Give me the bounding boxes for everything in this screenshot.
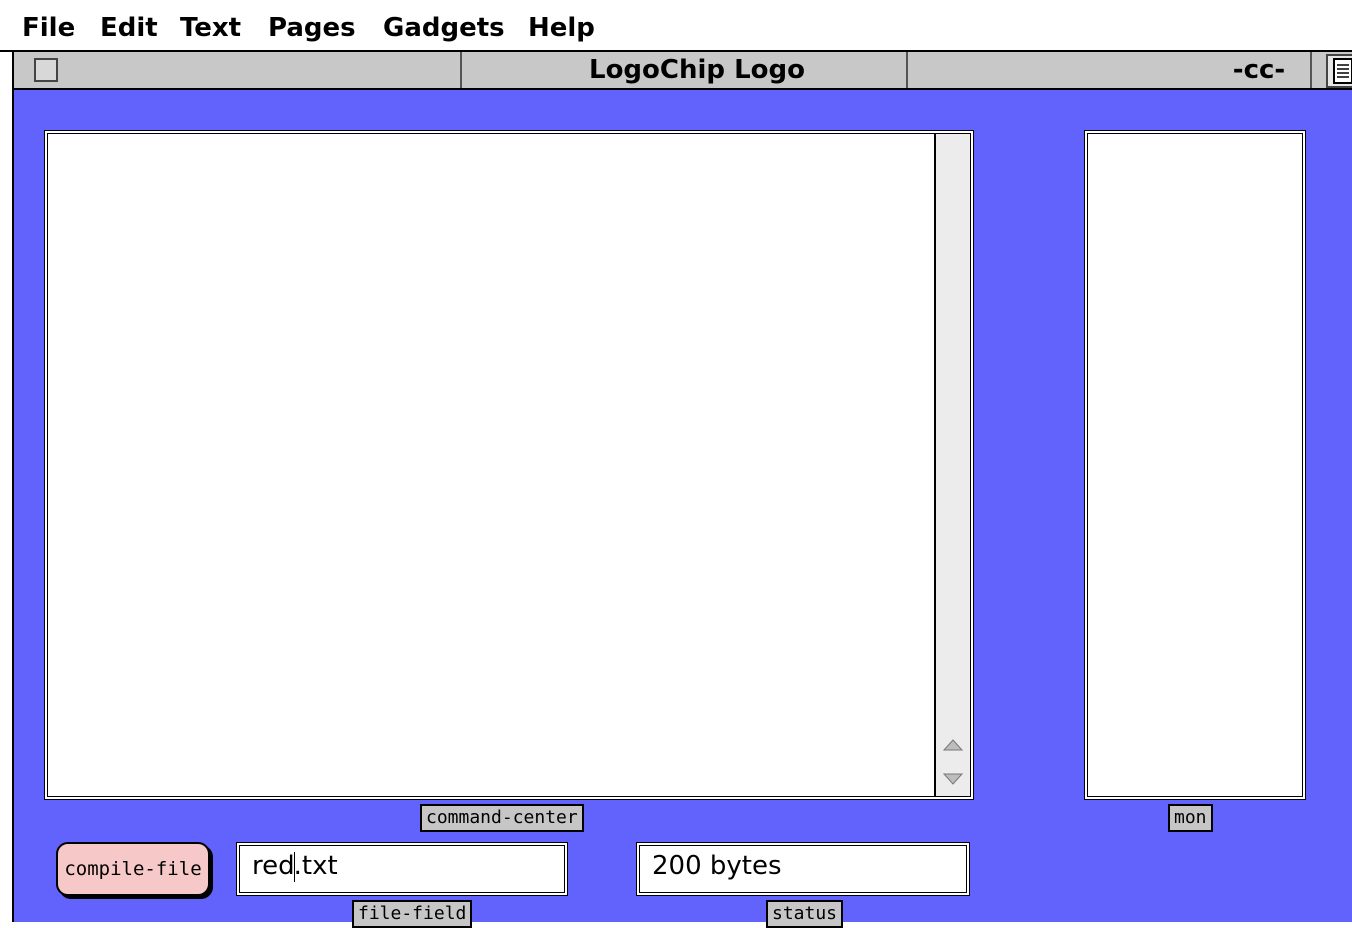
page-icon[interactable] (1326, 54, 1352, 88)
menu-file[interactable]: File (22, 10, 75, 46)
file-field-text-before-caret: red (252, 851, 295, 881)
window-title: LogoChip Logo (589, 55, 805, 85)
close-box-icon[interactable] (34, 58, 58, 82)
menu-gadgets[interactable]: Gadgets (383, 10, 505, 46)
title-separator (906, 52, 908, 88)
command-center-textbox[interactable] (44, 130, 974, 800)
menu-text[interactable]: Text (180, 10, 241, 46)
command-center-scrollbar[interactable] (934, 134, 970, 796)
mon-textbox[interactable] (1084, 130, 1306, 800)
page-name: -cc- (1232, 55, 1286, 85)
status-value: 200 bytes (652, 851, 782, 881)
mon-label: mon (1168, 804, 1213, 832)
command-center-label: command-center (420, 804, 584, 832)
title-separator (460, 52, 462, 88)
status-label: status (766, 900, 844, 928)
menu-help[interactable]: Help (528, 10, 595, 46)
file-field-text-after-caret: .txt (293, 851, 338, 881)
status-field[interactable]: 200 bytes (636, 842, 970, 896)
compile-file-button[interactable]: compile-file (56, 842, 210, 896)
menu-edit[interactable]: Edit (100, 10, 158, 46)
compile-file-button-label: compile-file (64, 858, 202, 880)
menu-bar: File Edit Text Pages Gadgets Help (0, 0, 1352, 52)
file-field-label: file-field (352, 900, 473, 928)
scroll-down-arrow-icon[interactable] (938, 764, 968, 794)
scroll-up-arrow-icon[interactable] (938, 730, 968, 760)
file-field-input[interactable]: red.txt (236, 842, 568, 896)
window-title-bar[interactable]: LogoChip Logo -cc- (12, 52, 1352, 90)
menu-pages[interactable]: Pages (268, 10, 356, 46)
title-separator (1310, 52, 1312, 88)
page-workspace: command-center mon compile-file red.txt … (12, 90, 1352, 928)
